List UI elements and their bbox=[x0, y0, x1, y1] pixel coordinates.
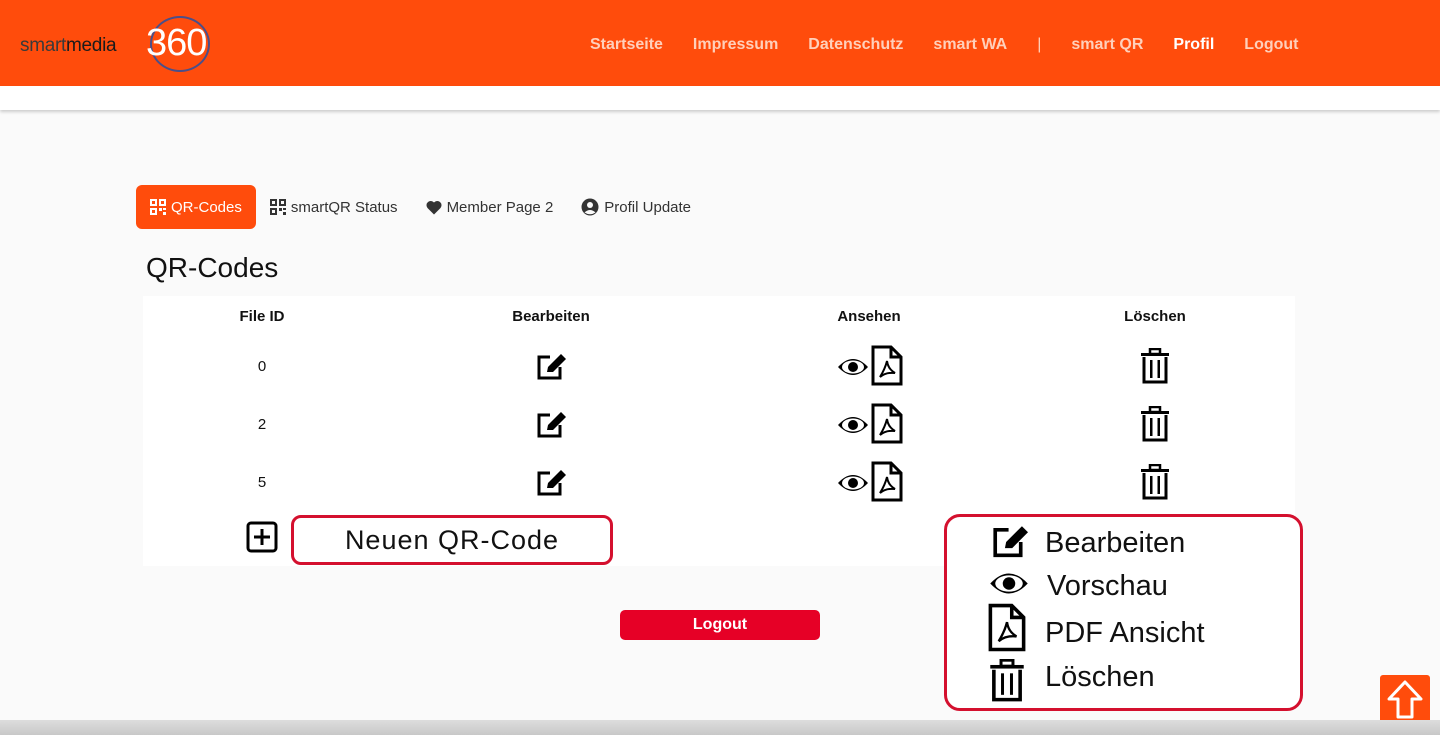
tab-label: Profil Update bbox=[604, 198, 692, 216]
trash-icon[interactable] bbox=[1140, 406, 1170, 442]
nav-impressum[interactable]: Impressum bbox=[693, 36, 778, 54]
logout-button[interactable]: Logout bbox=[620, 610, 820, 640]
pdf-file-icon[interactable] bbox=[871, 345, 903, 386]
logo-number: 360 bbox=[146, 22, 207, 64]
nav-startseite[interactable]: Startseite bbox=[590, 36, 663, 54]
page-title: QR-Codes bbox=[146, 252, 279, 283]
window-bottom-edge bbox=[0, 720, 1440, 735]
qrcode-icon bbox=[150, 199, 166, 215]
file-id-cell: 2 bbox=[257, 416, 267, 433]
add-qr-code-button[interactable] bbox=[246, 521, 278, 553]
trash-icon bbox=[990, 659, 1024, 702]
logo[interactable]: smartmedia 360 bbox=[20, 14, 220, 74]
nav-smart-qr[interactable]: smart QR bbox=[1071, 36, 1143, 54]
nav-profil[interactable]: Profil bbox=[1173, 36, 1214, 54]
eye-icon[interactable] bbox=[837, 473, 869, 493]
legend-label-delete: Löschen bbox=[1045, 661, 1155, 693]
column-header-file-id: File ID bbox=[239, 308, 285, 325]
tab-qr-codes[interactable]: QR-Codes bbox=[136, 185, 256, 229]
column-header-ansehen: Ansehen bbox=[837, 308, 901, 325]
eye-icon[interactable] bbox=[837, 357, 869, 377]
edit-icon[interactable] bbox=[536, 411, 568, 439]
new-qr-code-callout[interactable]: Neuen QR-Code bbox=[291, 515, 613, 565]
tab-label: smartQR Status bbox=[290, 198, 398, 216]
header-shadow-band bbox=[0, 86, 1440, 110]
trash-icon[interactable] bbox=[1140, 348, 1170, 384]
main-nav: Startseite Impressum Datenschutz smart W… bbox=[590, 36, 1329, 54]
tab-label: QR-Codes bbox=[171, 198, 242, 216]
edit-icon bbox=[993, 526, 1028, 558]
user-circle-icon bbox=[581, 198, 599, 216]
tab-smartqr-status[interactable]: smartQR Status bbox=[256, 185, 412, 229]
nav-datenschutz[interactable]: Datenschutz bbox=[808, 36, 903, 54]
edit-icon[interactable] bbox=[536, 353, 568, 381]
column-header-bearbeiten: Bearbeiten bbox=[512, 308, 590, 325]
header-bar: smartmedia 360 Startseite Impressum Date… bbox=[0, 0, 1440, 86]
eye-icon[interactable] bbox=[837, 415, 869, 435]
pdf-file-icon bbox=[988, 603, 1026, 652]
legend-label-edit: Bearbeiten bbox=[1045, 527, 1186, 559]
pdf-file-icon[interactable] bbox=[871, 461, 903, 502]
trash-icon[interactable] bbox=[1140, 464, 1170, 500]
arrow-up-icon bbox=[1387, 680, 1423, 719]
nav-smart-wa[interactable]: smart WA bbox=[933, 36, 1007, 54]
nav-separator: | bbox=[1037, 36, 1042, 53]
legend-label-pdf: PDF Ansicht bbox=[1045, 617, 1205, 649]
scroll-to-top-button[interactable] bbox=[1380, 675, 1430, 725]
pdf-file-icon[interactable] bbox=[871, 403, 903, 444]
profile-tabs: QR-Codes smartQR Status Member Page 2 Pr… bbox=[136, 185, 705, 229]
edit-icon[interactable] bbox=[536, 469, 568, 497]
eye-icon bbox=[990, 573, 1028, 594]
nav-logout[interactable]: Logout bbox=[1244, 36, 1298, 54]
file-id-cell: 5 bbox=[257, 474, 267, 491]
heart-icon bbox=[426, 200, 442, 214]
tab-member-page-2[interactable]: Member Page 2 bbox=[412, 185, 568, 229]
tab-profil-update[interactable]: Profil Update bbox=[567, 185, 705, 229]
icon-legend: Bearbeiten Vorschau PDF Ansicht Löschen bbox=[944, 514, 1303, 711]
column-header-loeschen: Löschen bbox=[1124, 308, 1186, 325]
logo-wordmark: smartmedia bbox=[20, 35, 117, 56]
file-id-cell: 0 bbox=[257, 358, 267, 375]
tab-label: Member Page 2 bbox=[446, 198, 554, 216]
legend-label-preview: Vorschau bbox=[1047, 570, 1168, 602]
qrcode-icon bbox=[269, 199, 286, 215]
